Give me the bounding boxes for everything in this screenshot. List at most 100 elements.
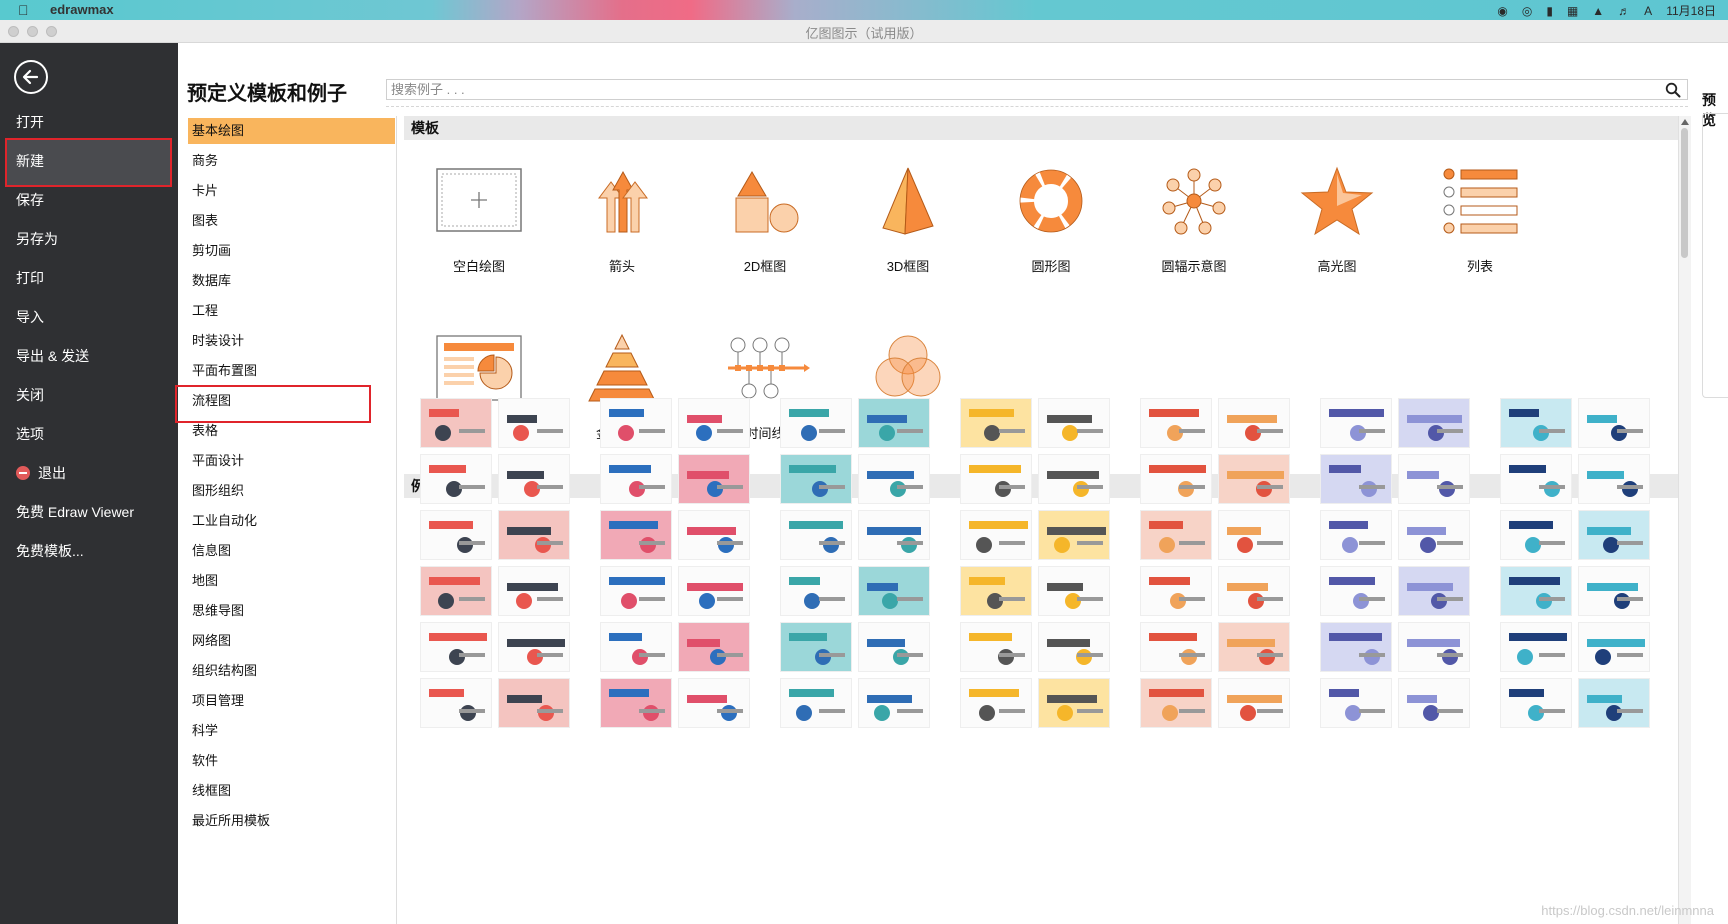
example-thumbnail[interactable] [1218, 622, 1290, 672]
sidebar-item-save-as[interactable]: 另存为 [16, 228, 58, 250]
category-item[interactable]: 信息图 [188, 538, 395, 564]
example-thumbnail[interactable] [858, 398, 930, 448]
example-thumbnail[interactable] [1500, 454, 1572, 504]
example-thumbnail[interactable] [1320, 454, 1392, 504]
example-thumbnail[interactable] [678, 454, 750, 504]
example-thumbnail[interactable] [960, 622, 1032, 672]
example-thumbnail[interactable] [1320, 678, 1392, 728]
category-item[interactable]: 线框图 [188, 778, 395, 804]
category-item[interactable]: 地图 [188, 568, 395, 594]
example-thumbnail[interactable] [1320, 622, 1392, 672]
example-thumbnail[interactable] [1320, 398, 1392, 448]
sidebar-item-open[interactable]: 打开 [16, 111, 44, 133]
example-thumbnail[interactable] [1038, 566, 1110, 616]
category-item-basic[interactable]: 基本绘图 [188, 118, 395, 144]
example-thumbnail[interactable] [678, 622, 750, 672]
category-item[interactable]: 商务 [188, 148, 395, 174]
example-thumbnail[interactable] [600, 622, 672, 672]
example-thumbnail[interactable] [1038, 454, 1110, 504]
example-thumbnail[interactable] [498, 454, 570, 504]
sidebar-item-import[interactable]: 导入 [16, 306, 44, 328]
date-label[interactable]: 11月18日 [1666, 2, 1716, 19]
example-thumbnail[interactable] [1500, 622, 1572, 672]
example-thumbnail[interactable] [1500, 510, 1572, 560]
example-thumbnail[interactable] [1500, 398, 1572, 448]
example-thumbnail[interactable] [1578, 678, 1650, 728]
example-thumbnail[interactable] [960, 510, 1032, 560]
sidebar-item-save[interactable]: 保存 [16, 189, 44, 211]
example-thumbnail[interactable] [960, 678, 1032, 728]
example-thumbnail[interactable] [960, 566, 1032, 616]
example-thumbnail[interactable] [420, 622, 492, 672]
example-thumbnail[interactable] [678, 398, 750, 448]
signal-icon[interactable]: ▮ [1546, 4, 1553, 18]
example-thumbnail[interactable] [1578, 622, 1650, 672]
example-thumbnail[interactable] [1218, 398, 1290, 448]
example-thumbnail[interactable] [600, 566, 672, 616]
example-thumbnail[interactable] [1320, 510, 1392, 560]
example-thumbnail[interactable] [1500, 566, 1572, 616]
apple-icon[interactable]:  [18, 2, 29, 18]
category-item[interactable]: 数据库 [188, 268, 395, 294]
app-name[interactable]: edrawmax [50, 2, 114, 17]
gallery-scrollbar[interactable] [1678, 116, 1691, 924]
sidebar-item-options[interactable]: 选项 [16, 423, 44, 445]
category-item[interactable]: 软件 [188, 748, 395, 774]
example-thumbnail[interactable] [858, 454, 930, 504]
example-thumbnail[interactable] [1398, 566, 1470, 616]
sidebar-item-new[interactable]: 新建 [16, 150, 44, 172]
example-thumbnail[interactable] [420, 398, 492, 448]
example-thumbnail[interactable] [600, 510, 672, 560]
example-thumbnail[interactable] [498, 678, 570, 728]
template-radial[interactable]: 圆辐示意图 [1129, 166, 1259, 275]
example-thumbnail[interactable] [1320, 566, 1392, 616]
template-circular[interactable]: 圆形图 [986, 166, 1116, 275]
example-thumbnail[interactable] [498, 566, 570, 616]
example-thumbnail[interactable] [1218, 566, 1290, 616]
category-item[interactable]: 科学 [188, 718, 395, 744]
category-item[interactable]: 平面设计 [188, 448, 395, 474]
wechat-icon[interactable]: ◉ [1497, 4, 1507, 18]
example-thumbnail[interactable] [1038, 678, 1110, 728]
sidebar-item-exit[interactable]: 退出 [16, 462, 66, 484]
upload-icon[interactable]: ▲ [1592, 4, 1604, 18]
example-thumbnail[interactable] [420, 454, 492, 504]
template-3d-block[interactable]: 3D框图 [843, 166, 973, 275]
category-item[interactable]: 剪切画 [188, 238, 395, 264]
category-item[interactable]: 网络图 [188, 628, 395, 654]
example-thumbnail[interactable] [1578, 454, 1650, 504]
template-2d-block[interactable]: 2D框图 [700, 166, 830, 275]
example-thumbnail[interactable] [858, 566, 930, 616]
category-item[interactable]: 图形组织 [188, 478, 395, 504]
example-thumbnail[interactable] [600, 678, 672, 728]
category-item[interactable]: 项目管理 [188, 688, 395, 714]
example-thumbnail[interactable] [1398, 510, 1470, 560]
input-method-icon[interactable]: A [1644, 4, 1652, 18]
category-item[interactable]: 卡片 [188, 178, 395, 204]
category-item[interactable]: 工程 [188, 298, 395, 324]
example-thumbnail[interactable] [780, 510, 852, 560]
search-input[interactable] [387, 80, 1655, 99]
example-thumbnail[interactable] [600, 454, 672, 504]
template-arrows[interactable]: 箭头 [557, 166, 687, 275]
example-thumbnail[interactable] [1038, 398, 1110, 448]
example-thumbnail[interactable] [780, 678, 852, 728]
example-thumbnail[interactable] [498, 622, 570, 672]
example-thumbnail[interactable] [678, 510, 750, 560]
example-thumbnail[interactable] [780, 622, 852, 672]
example-thumbnail[interactable] [960, 398, 1032, 448]
example-thumbnail[interactable] [1398, 454, 1470, 504]
example-thumbnail[interactable] [1218, 678, 1290, 728]
sidebar-item-export-send[interactable]: 导出 & 发送 [16, 345, 89, 367]
scroll-up-icon[interactable] [1681, 119, 1689, 125]
category-item[interactable]: 最近所用模板 [188, 808, 395, 834]
sidebar-item-edraw-viewer[interactable]: 免费 Edraw Viewer [16, 501, 134, 523]
example-thumbnail[interactable] [678, 678, 750, 728]
example-thumbnail[interactable] [1038, 510, 1110, 560]
example-thumbnail[interactable] [1140, 678, 1212, 728]
example-thumbnail[interactable] [420, 566, 492, 616]
example-thumbnail[interactable] [420, 510, 492, 560]
sidebar-item-free-templates[interactable]: 免费模板... [16, 540, 84, 562]
example-thumbnail[interactable] [600, 398, 672, 448]
example-thumbnail[interactable] [1140, 622, 1212, 672]
